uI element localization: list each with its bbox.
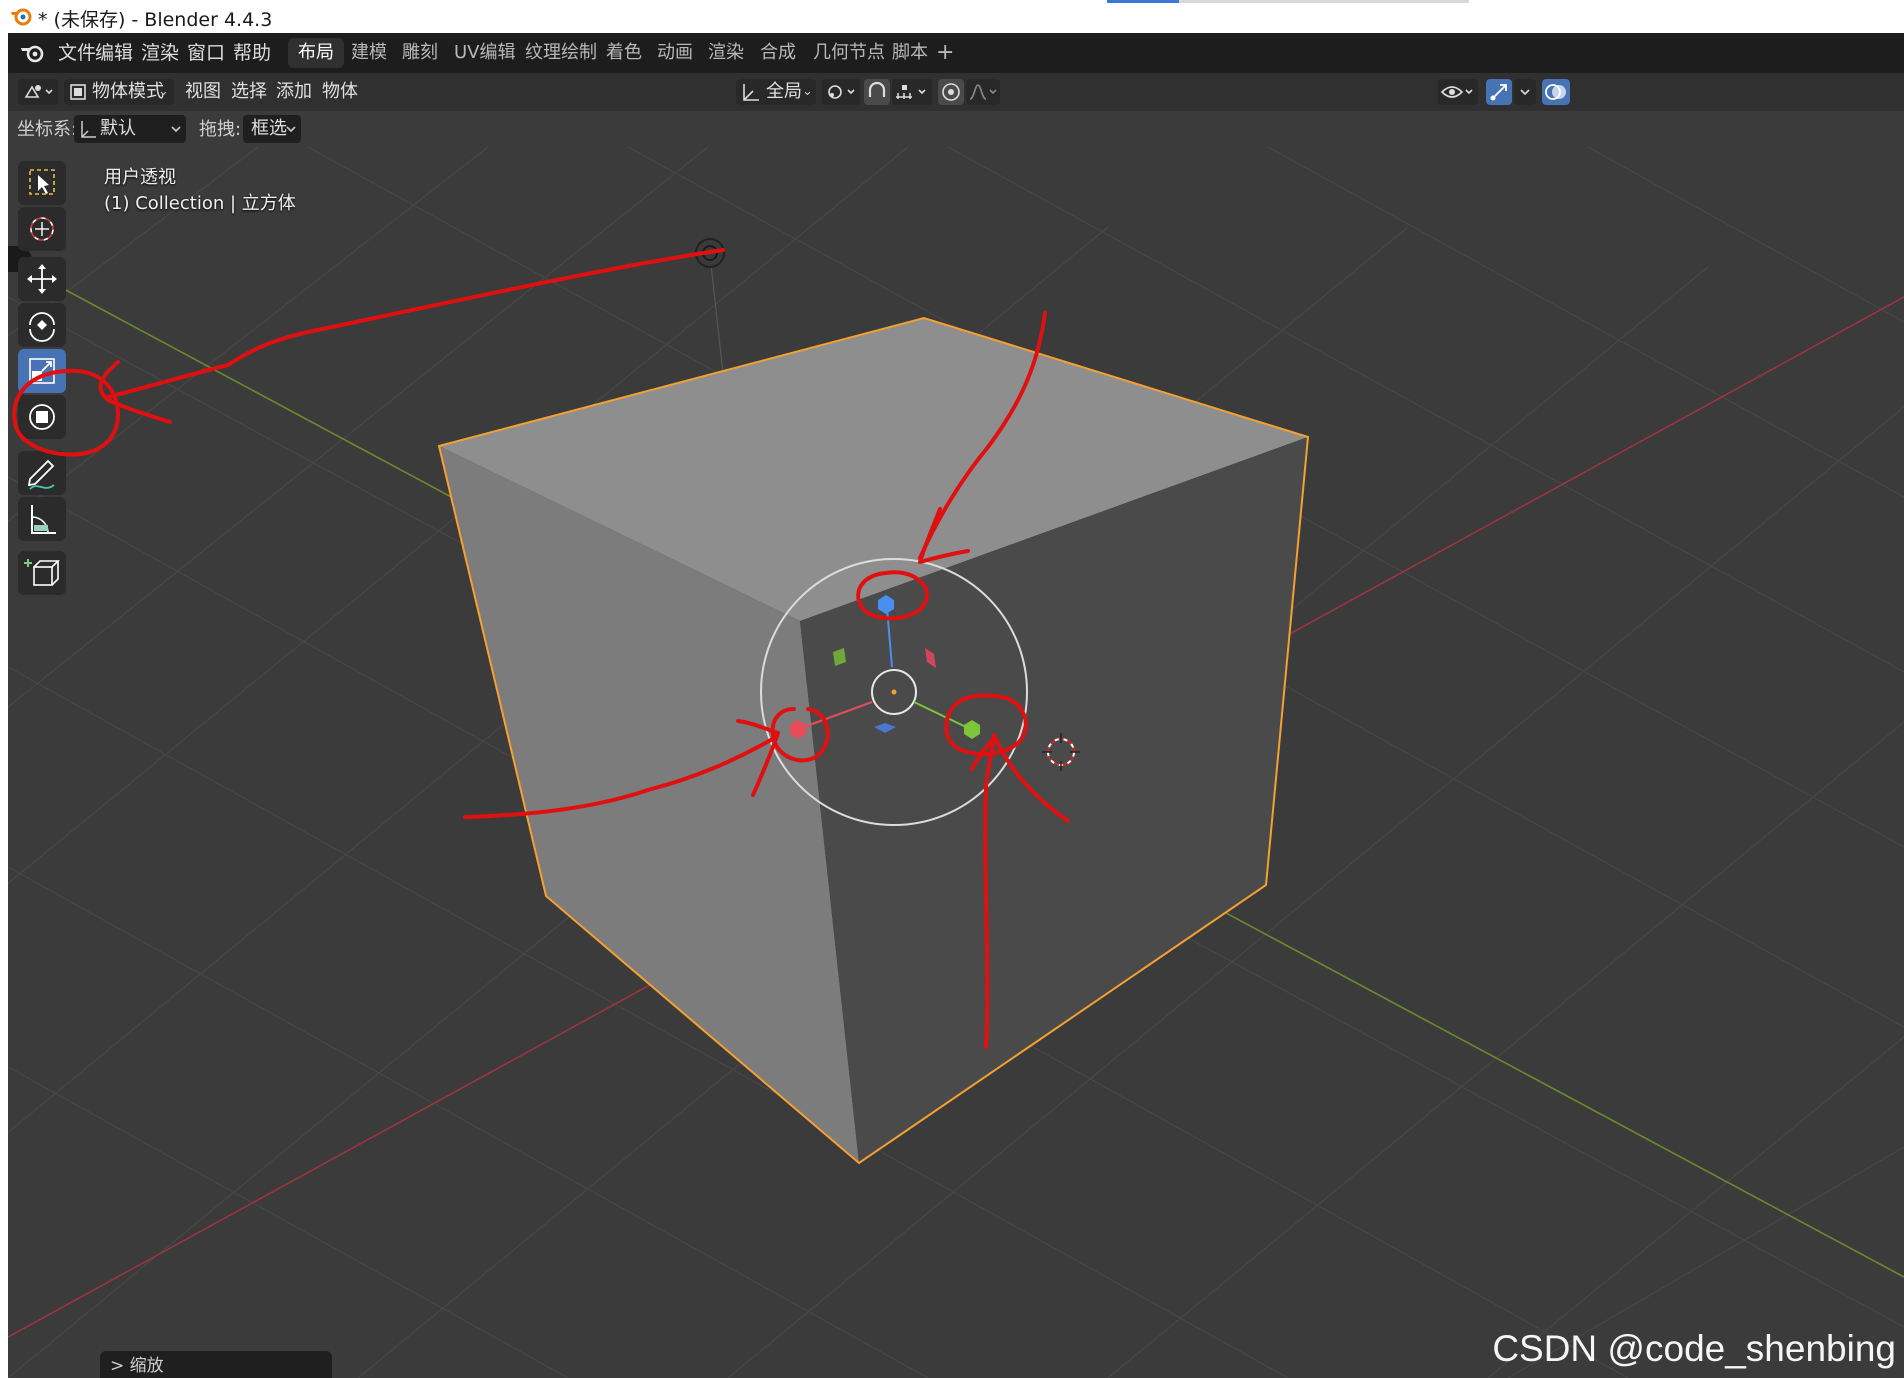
tab-modeling[interactable]: 建模 xyxy=(341,38,397,68)
transform-axes-icon xyxy=(81,121,96,138)
pivot-point-dropdown[interactable] xyxy=(822,79,860,105)
object-mode-icon xyxy=(70,84,86,100)
pencil-icon xyxy=(27,459,55,490)
gizmo-icon xyxy=(1490,84,1507,101)
last-operator-panel[interactable]: > 缩放 xyxy=(100,1351,332,1378)
tab-shading[interactable]: 着色 xyxy=(596,38,652,68)
add-cube-icon xyxy=(24,559,60,586)
menu-file[interactable]: 文件 xyxy=(58,41,96,65)
collection-label: (1) Collection | 立方体 xyxy=(104,193,296,214)
coord-system-value: 默认 xyxy=(100,118,136,139)
scale-tool[interactable] xyxy=(18,349,66,393)
rotate-tool[interactable] xyxy=(18,303,66,347)
window-titlebar: * (未保存) - Blender 4.4.3 xyxy=(0,0,1904,33)
drag-action-dropdown[interactable]: 框选 xyxy=(243,115,301,143)
proportional-edit-icon xyxy=(942,83,960,101)
tab-layout[interactable]: 布局 xyxy=(288,38,344,68)
tab-animation[interactable]: 动画 xyxy=(647,38,703,68)
last-operator-label: > 缩放 xyxy=(110,1356,164,1376)
chevron-down-icon xyxy=(171,126,181,133)
window-title: * (未保存) - Blender 4.4.3 xyxy=(38,9,273,31)
watermark-text: CSDN @code_shenbing xyxy=(1492,1328,1896,1369)
chevron-down-icon xyxy=(1520,89,1530,96)
proportional-editing-toggle[interactable] xyxy=(938,79,964,105)
select-box-tool[interactable] xyxy=(18,161,66,205)
add-cube-tool[interactable] xyxy=(18,551,66,595)
tab-scripting[interactable]: 脚本 xyxy=(882,38,938,68)
eye-icon xyxy=(1440,86,1473,98)
gizmo-dropdown[interactable] xyxy=(1514,79,1536,105)
menu-edit[interactable]: 编辑 xyxy=(95,41,133,65)
pivot-point-icon xyxy=(828,85,855,99)
taskbar-strip xyxy=(1179,0,1469,3)
snap-toggle[interactable] xyxy=(864,79,890,105)
tab-uv-editing[interactable]: UV编辑 xyxy=(444,38,526,68)
editor-type-button[interactable] xyxy=(18,79,58,105)
move-tool[interactable] xyxy=(18,257,66,301)
annotate-tool[interactable] xyxy=(18,451,66,495)
select-box-icon xyxy=(29,169,55,195)
tab-sculpting[interactable]: 雕刻 xyxy=(392,38,448,68)
tab-compositing[interactable]: 合成 xyxy=(750,38,806,68)
cursor-tool[interactable] xyxy=(18,207,66,251)
chevron-down-icon: ⌄ xyxy=(158,84,169,99)
tab-rendering[interactable]: 渲染 xyxy=(698,38,754,68)
transform-tool[interactable] xyxy=(18,395,66,439)
viewport-scene xyxy=(8,147,1904,1378)
top-menubar: 文件 编辑 渲染 窗口 帮助 布局 建模 雕刻 UV编辑 纹理绘制 着色 动画 … xyxy=(8,33,1904,73)
chevron-down-icon xyxy=(286,126,296,133)
visibility-dropdown[interactable] xyxy=(1438,79,1478,105)
snap-target-dropdown[interactable] xyxy=(892,79,932,105)
falloff-curve-icon xyxy=(969,84,997,100)
orientation-label: 全局 xyxy=(766,81,802,102)
taskbar-highlight xyxy=(1107,0,1179,3)
orientation-axes-icon xyxy=(743,84,759,101)
object-origin-icon xyxy=(891,689,897,695)
menu-window[interactable]: 窗口 xyxy=(187,41,225,65)
editor-type-icon xyxy=(24,85,53,98)
menu-view[interactable]: 视图 xyxy=(185,79,221,105)
measure-tool[interactable] xyxy=(18,497,66,541)
menu-object[interactable]: 物体 xyxy=(322,79,358,105)
rotate-icon xyxy=(29,312,55,342)
chevron-down-icon: ⌄ xyxy=(802,84,813,99)
proportional-falloff-dropdown[interactable] xyxy=(966,79,1000,105)
magnet-icon xyxy=(868,81,886,97)
mode-selector[interactable]: 物体模式 ⌄ xyxy=(64,79,174,105)
transform-icon xyxy=(29,404,55,430)
3d-viewport[interactable]: 用户透视 (1) Collection | 立方体 > 缩放 CSDN @cod… xyxy=(8,147,1904,1378)
blender-logo-icon xyxy=(11,8,32,26)
overlay-toggle[interactable] xyxy=(1542,79,1570,105)
coord-system-dropdown[interactable]: 默认 xyxy=(74,115,186,143)
coord-system-label: 坐标系: xyxy=(17,119,78,140)
blender-menu-icon[interactable] xyxy=(20,42,46,64)
menu-add[interactable]: 添加 xyxy=(276,79,312,105)
blender-app: 文件 编辑 渲染 窗口 帮助 布局 建模 雕刻 UV编辑 纹理绘制 着色 动画 … xyxy=(8,33,1904,1378)
viewport-header: 物体模式 ⌄ 视图 选择 添加 物体 全局 ⌄ xyxy=(8,73,1904,111)
menu-help[interactable]: 帮助 xyxy=(233,41,271,65)
snap-increment-icon xyxy=(896,85,926,99)
menu-render[interactable]: 渲染 xyxy=(141,41,179,65)
mode-label: 物体模式 xyxy=(92,81,164,102)
cube-object[interactable] xyxy=(437,316,1310,1165)
tab-texture-paint[interactable]: 纹理绘制 xyxy=(515,38,607,68)
light-object-icon[interactable] xyxy=(695,238,725,268)
move-arrows-icon xyxy=(27,264,57,294)
drag-action-value: 框选 xyxy=(251,118,287,139)
ruler-icon xyxy=(31,505,56,534)
tool-settings-bar: 坐标系: 默认 拖拽: 框选 xyxy=(8,111,1904,147)
cursor-icon xyxy=(30,217,54,241)
transform-orientation-dropdown[interactable]: 全局 ⌄ xyxy=(736,79,816,105)
view-name-label: 用户透视 xyxy=(104,167,176,188)
menu-select[interactable]: 选择 xyxy=(231,79,267,105)
gizmo-toggle[interactable] xyxy=(1486,79,1512,105)
scale-icon xyxy=(29,358,55,384)
add-workspace-button[interactable]: + xyxy=(936,38,954,68)
overlay-icon xyxy=(1545,84,1566,100)
drag-label: 拖拽: xyxy=(199,119,242,140)
